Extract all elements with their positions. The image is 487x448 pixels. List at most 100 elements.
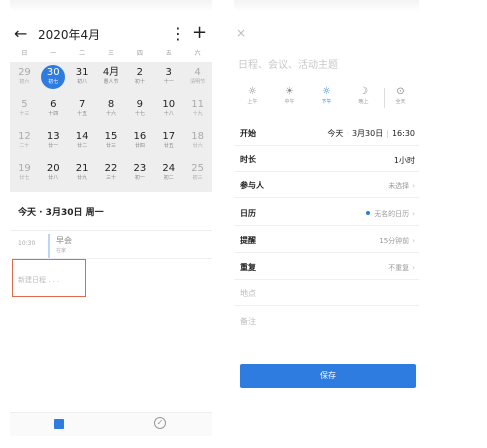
day-cell[interactable]: 11 十九 (183, 94, 212, 126)
time-option[interactable]: ⊙ 全天 (382, 86, 419, 106)
lunar-label: 十三 (19, 111, 30, 117)
lunar-label: 廿五 (163, 143, 174, 149)
repeat-text: 不重复 (388, 264, 410, 272)
lunar-label: 廿一 (48, 143, 59, 149)
sun-icon: ☼ (322, 86, 331, 97)
day-cell[interactable]: 18 廿六 (183, 126, 212, 158)
day-cell[interactable]: 2 初十 (125, 62, 154, 94)
time-option[interactable]: ☼ 上午 (234, 86, 271, 106)
day-cell[interactable]: 29 初六 (10, 62, 39, 94)
notes-input[interactable]: 备注 (240, 316, 256, 327)
day-cell[interactable]: 7 十五 (68, 94, 97, 126)
repeat-value: 不重复 › (388, 263, 415, 273)
lunar-label: 廿七 (19, 175, 30, 181)
close-icon[interactable]: × (236, 26, 246, 40)
duration-row[interactable]: 时长 1小时 (234, 148, 419, 172)
day-cell[interactable]: 5 十三 (10, 94, 39, 126)
weekday-label: 五 (165, 50, 172, 57)
remind-label: 提醒 (240, 236, 256, 245)
day-cell[interactable]: 20 廿八 (39, 158, 68, 190)
day-cell[interactable]: 4月 愚人节 (97, 62, 126, 94)
weekday-label: 六 (194, 50, 201, 57)
participants-row[interactable]: 参与人 未选择 › (234, 174, 419, 198)
day-cell[interactable]: 8 十六 (97, 94, 126, 126)
event-item[interactable]: 10:30 早会 在家 (10, 230, 212, 258)
day-number: 31 (75, 67, 89, 78)
day-cell[interactable]: 10 十八 (154, 94, 183, 126)
day-cell[interactable]: 19 廿七 (10, 158, 39, 190)
time-option[interactable]: ☀ 中午 (271, 86, 308, 106)
day-cell[interactable]: 24 初二 (154, 158, 183, 190)
save-button[interactable]: 保存 (240, 364, 416, 388)
start-day: 今天 (327, 129, 344, 138)
day-number: 9 (136, 99, 144, 110)
calendar-color-dot (366, 211, 371, 215)
lunar-label: 初六 (19, 79, 30, 85)
calendar-row[interactable]: 日历 无名的日历 › (234, 202, 419, 226)
day-cell[interactable]: 31 初八 (68, 62, 97, 94)
bottom-tab-bar: ✓ (10, 412, 212, 436)
notes-row[interactable]: 备注 (234, 310, 419, 334)
day-cell[interactable]: 12 二十 (10, 126, 39, 158)
more-options-icon[interactable]: ⋮ (170, 24, 186, 44)
subject-input[interactable]: 日程、会议、活动主题 (238, 56, 338, 71)
chevron-right-icon: › (412, 264, 415, 272)
back-arrow-icon[interactable]: ← (14, 24, 27, 44)
day-cell[interactable]: 25 初三 (183, 158, 212, 190)
day-number: 18 (191, 131, 204, 142)
remind-text: 15分钟前 (379, 237, 410, 245)
day-cell[interactable]: 14 廿二 (68, 126, 97, 158)
event-subtitle: 在家 (56, 248, 67, 254)
day-number: 4 (194, 67, 201, 78)
lunar-label: 二十 (19, 143, 30, 149)
event-time: 10:30 (18, 240, 36, 247)
lunar-label: 十四 (48, 111, 59, 117)
day-number: 11 (191, 99, 204, 110)
time-option-label: 下午 (321, 99, 332, 105)
day-number: 12 (18, 131, 31, 142)
day-cell[interactable]: 4 清明节 (183, 62, 212, 94)
todo-tab-icon[interactable]: ✓ (154, 417, 166, 429)
day-cell[interactable]: 6 十四 (39, 94, 68, 126)
day-number: 7 (78, 99, 86, 110)
day-cell[interactable]: 3 十一 (154, 62, 183, 94)
day-cell[interactable]: 23 初一 (125, 158, 154, 190)
participants-label: 参与人 (240, 181, 264, 190)
duration-value: 1小时 (393, 156, 415, 165)
repeat-row[interactable]: 重复 不重复 › (234, 256, 419, 280)
day-cell[interactable]: 21 廿九 (68, 158, 97, 190)
remind-row[interactable]: 提醒 15分钟前 › (234, 229, 419, 253)
day-cell-selected[interactable]: 30 初七 (39, 62, 68, 94)
calendar-text: 无名的日历 (374, 210, 410, 218)
chevron-right-icon: › (412, 210, 415, 218)
day-cell[interactable]: 15 廿三 (97, 126, 126, 158)
time-of-day-selector: ☼ 上午 ☀ 中午 ☼ 下午 ☽ 晚上 ⊙ 全天 (234, 86, 419, 106)
selected-date-label: 今天 · 3月30日 周一 (18, 208, 104, 218)
lunar-label: 初十 (134, 79, 145, 85)
day-number: 4月 (102, 67, 120, 78)
start-time: 16:30 (391, 129, 415, 138)
day-cell[interactable]: 13 廿一 (39, 126, 68, 158)
calendar-tab-icon[interactable] (54, 419, 64, 429)
week-row: 5 十三 6 十四 7 十五 8 十六 9 十七 10 十八 11 十九 (10, 94, 212, 126)
weekday-header: 日一二三四五六 (10, 50, 212, 58)
day-cell[interactable]: 22 三十 (97, 158, 126, 190)
all-day-icon: ⊙ (396, 86, 405, 97)
day-cell[interactable]: 16 廿四 (125, 126, 154, 158)
day-cell[interactable]: 9 十七 (125, 94, 154, 126)
location-input[interactable]: 地点 (240, 288, 256, 299)
start-row[interactable]: 开始 今天 · 3月30日 | 16:30 (234, 122, 419, 146)
month-title[interactable]: 2020年4月 (38, 26, 100, 44)
repeat-label: 重复 (240, 263, 256, 272)
weekday-label: 日 (21, 50, 28, 57)
new-event-row[interactable]: 新建日程 . . . (10, 258, 212, 298)
time-option[interactable]: ☽ 晚上 (345, 86, 382, 106)
time-option[interactable]: ☼ 下午 (308, 86, 345, 106)
sun-icon: ☀ (285, 86, 294, 97)
event-title: 早会 (56, 236, 72, 245)
day-cell[interactable]: 17 廿五 (154, 126, 183, 158)
location-row[interactable]: 地点 (234, 282, 419, 306)
lunar-label: 廿六 (192, 143, 203, 149)
add-event-icon[interactable]: + (192, 23, 207, 43)
day-number: 5 (21, 99, 28, 110)
